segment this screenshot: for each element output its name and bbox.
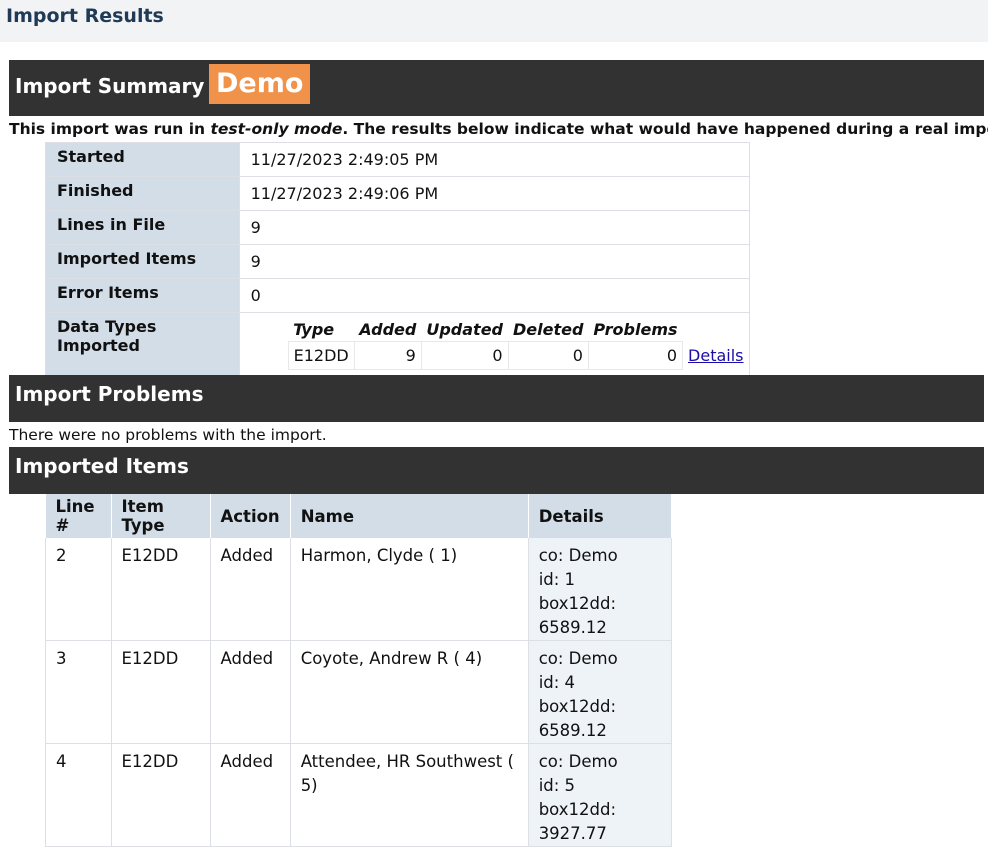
types-deleted: 0 — [507, 341, 589, 370]
summary-table: Started 11/27/2023 2:49:05 PM Finished 1… — [45, 142, 751, 378]
problems-heading: Import Problems — [15, 382, 204, 406]
detail-line: co: Demo — [538, 649, 618, 668]
summary-value: 11/27/2023 2:49:05 PM — [238, 142, 751, 177]
detail-line: id: 1 — [538, 570, 576, 589]
summary-row: Error Items 0 — [45, 278, 751, 313]
problems-header: Import Problems — [9, 375, 984, 422]
types-type: E12DD — [287, 341, 355, 370]
summary-value: 9 — [238, 210, 751, 245]
types-row: E12DD 9 0 0 0 Details — [287, 341, 749, 370]
detail-line: id: 4 — [538, 673, 576, 692]
summary-value: 9 — [238, 244, 751, 279]
cell-action: Added — [210, 640, 291, 744]
items-heading: Imported Items — [15, 454, 189, 478]
summary-row: Imported Items 9 — [45, 244, 751, 279]
cell-action: Added — [210, 538, 291, 641]
summary-value: 0 — [238, 278, 751, 313]
types-header-empty — [683, 318, 749, 342]
detail-line: box12dd: 6589.12 — [538, 594, 617, 637]
notice-text-post: . The results below indicate what would … — [342, 120, 988, 138]
col-header-action: Action — [210, 494, 291, 538]
items-header-row: Line # Item Type Action Name Details — [45, 494, 673, 538]
details-link[interactable]: Details — [688, 346, 743, 365]
no-problems-message: There were no problems with the import. — [9, 426, 327, 444]
cell-name: Attendee, HR Southwest ( 5) — [290, 743, 529, 847]
cell-line: 3 — [45, 640, 112, 744]
detail-line: box12dd: 6589.12 — [538, 697, 617, 740]
cell-name: Coyote, Andrew R ( 4) — [290, 640, 529, 744]
summary-heading: Import Summary - — [15, 74, 220, 98]
col-header-line: Line # — [45, 494, 112, 538]
demo-badge: Demo — [209, 64, 311, 104]
summary-row: Lines in File 9 — [45, 210, 751, 245]
cell-details: co: Demo id: 5 box12dd: 3927.77 — [528, 743, 673, 847]
top-bar: Import Results — [0, 0, 988, 42]
items-table: Line # Item Type Action Name Details 2 E… — [45, 494, 673, 847]
summary-header: Import Summary - Demo — [9, 60, 984, 116]
cell-line: 2 — [45, 538, 112, 641]
col-header-item-type: Item Type — [111, 494, 211, 538]
summary-label: Lines in File — [45, 210, 240, 245]
types-header: Type — [293, 320, 335, 339]
detail-line: co: Demo — [538, 546, 618, 565]
detail-line: id: 5 — [538, 776, 576, 795]
cell-item-type: E12DD — [111, 538, 211, 641]
types-added: 9 — [353, 341, 422, 370]
items-header: Imported Items — [9, 447, 984, 494]
cell-line: 4 — [45, 743, 112, 847]
detail-line: box12dd: 3927.77 — [538, 800, 617, 843]
col-header-details: Details — [528, 494, 673, 538]
types-header: Problems — [593, 320, 678, 339]
summary-label: Imported Items — [45, 244, 240, 279]
cell-details: co: Demo id: 4 box12dd: 6589.12 — [528, 640, 673, 744]
summary-row-types: Data Types Imported Type Added Updated D… — [45, 312, 751, 378]
types-problems: 0 — [587, 341, 684, 370]
cell-details: co: Demo id: 1 box12dd: 6589.12 — [528, 538, 673, 641]
types-header: Updated — [426, 320, 503, 339]
summary-label: Started — [45, 142, 240, 177]
types-header: Deleted — [513, 320, 584, 339]
types-cell: Type Added Updated Deleted Problems E12D… — [238, 312, 751, 378]
types-updated: 0 — [420, 341, 509, 370]
summary-row: Started 11/27/2023 2:49:05 PM — [45, 142, 751, 177]
notice-text-pre: This import was run in — [9, 120, 211, 138]
test-mode-notice: This import was run in test-only mode. T… — [9, 120, 988, 138]
cell-name: Harmon, Clyde ( 1) — [290, 538, 529, 641]
summary-label: Data Types Imported — [45, 312, 240, 378]
cell-item-type: E12DD — [111, 743, 211, 847]
cell-item-type: E12DD — [111, 640, 211, 744]
cell-action: Added — [210, 743, 291, 847]
table-row: 2 E12DD Added Harmon, Clyde ( 1) co: Dem… — [45, 538, 673, 641]
types-header: Added — [359, 320, 417, 339]
types-table: Type Added Updated Deleted Problems E12D… — [287, 318, 749, 370]
summary-row: Finished 11/27/2023 2:49:06 PM — [45, 176, 751, 211]
details-link-cell: Details — [683, 342, 749, 370]
table-row: 4 E12DD Added Attendee, HR Southwest ( 5… — [45, 743, 673, 847]
table-row: 3 E12DD Added Coyote, Andrew R ( 4) co: … — [45, 640, 673, 744]
detail-line: co: Demo — [538, 752, 618, 771]
col-header-name: Name — [290, 494, 529, 538]
page-title: Import Results — [6, 5, 164, 27]
summary-value: 11/27/2023 2:49:06 PM — [238, 176, 751, 211]
summary-label: Error Items — [45, 278, 240, 313]
notice-mode: test-only mode — [210, 120, 343, 138]
summary-label: Finished — [45, 176, 240, 211]
